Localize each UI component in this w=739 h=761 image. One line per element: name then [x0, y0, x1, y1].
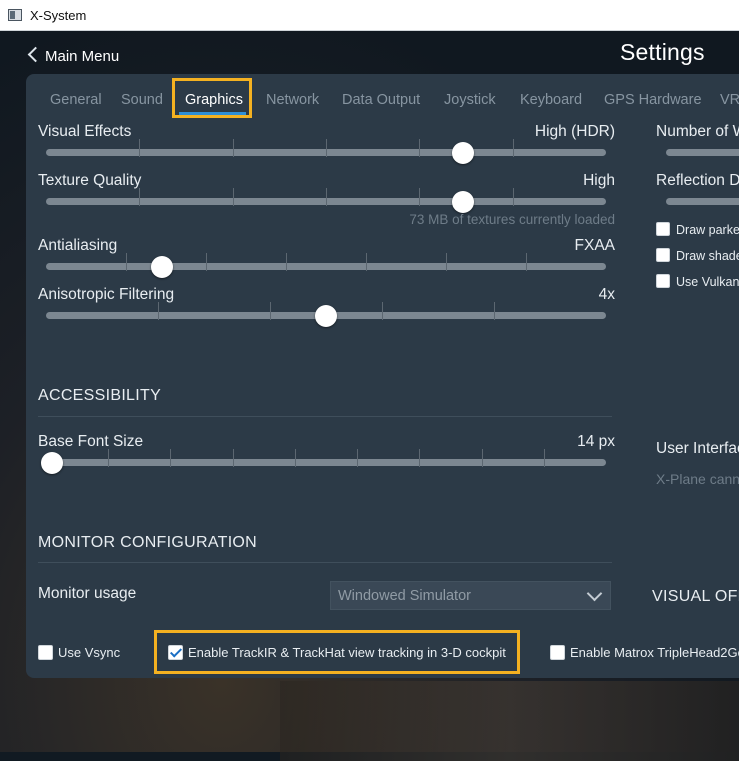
use-vulkan-label: Use Vulkan [676, 275, 739, 289]
slider-tick [286, 253, 287, 271]
tab-joystick[interactable]: Joystick [444, 92, 496, 108]
slider-tick [544, 449, 545, 467]
slider-tick [139, 139, 140, 157]
page-title: Settings [620, 39, 705, 65]
slider-tick [446, 253, 447, 271]
chevron-down-icon [586, 585, 603, 602]
slider-thumb[interactable] [41, 452, 63, 474]
enable-trackir-label: Enable TrackIR & TrackHat view tracking … [188, 645, 506, 660]
tab-network[interactable]: Network [266, 92, 319, 108]
checkbox-box [656, 248, 670, 262]
checkbox-box [656, 274, 670, 288]
slider-tick [513, 188, 514, 206]
reflection-slider[interactable] [666, 198, 739, 205]
main-menu-button[interactable]: Main Menu [27, 46, 120, 65]
monitor-usage-label: Monitor usage [38, 585, 137, 602]
slider-tick [382, 302, 383, 320]
checkbox-box [38, 645, 53, 660]
slider-tick [357, 449, 358, 467]
slider-tick [139, 188, 140, 206]
slider-tick [419, 449, 420, 467]
use-vsync-label: Use Vsync [58, 645, 121, 660]
slider-tick [326, 139, 327, 157]
tab-data-output[interactable]: Data Output [342, 92, 420, 108]
enable-matrox-label: Enable Matrox TripleHead2Go [570, 645, 739, 660]
anisotropic-filtering-value: 4x [598, 286, 615, 303]
antialiasing-value: FXAA [574, 237, 615, 254]
app-icon [8, 9, 22, 21]
slider-tick [270, 302, 271, 320]
tab-keyboard[interactable]: Keyboard [520, 92, 582, 108]
accessibility-divider [38, 416, 612, 417]
base-font-size-slider[interactable] [41, 449, 606, 474]
slider-tick [158, 302, 159, 320]
window-titlebar: X-System [0, 0, 739, 31]
base-font-size-label: Base Font Size [38, 433, 144, 450]
slider-tick [295, 449, 296, 467]
checkbox-box [168, 645, 183, 660]
slider-tick [126, 253, 127, 271]
anisotropic-filtering-slider[interactable] [46, 302, 606, 327]
tab-sound[interactable]: Sound [121, 92, 163, 108]
slider-track [46, 263, 606, 270]
reflection-label: Reflection D [656, 172, 739, 189]
checkbox-box [550, 645, 565, 660]
number-of-label: Number of W [656, 123, 739, 140]
base-font-size-value: 14 px [577, 433, 615, 450]
slider-tick [494, 302, 495, 320]
slider-thumb[interactable] [151, 256, 173, 278]
visual-effects-slider[interactable] [46, 139, 606, 164]
main-menu-label: Main Menu [45, 48, 120, 65]
texture-memory-note: 73 MB of textures currently loaded [409, 212, 615, 227]
slider-tick [108, 449, 109, 467]
draw-parked-label: Draw parke [676, 223, 739, 237]
settings-panel: General Sound Graphics Network Data Outp… [26, 74, 739, 678]
slider-tick [206, 253, 207, 271]
xplane-cannot-note: X-Plane canno [656, 471, 739, 487]
slider-tick [233, 188, 234, 206]
slider-tick [233, 449, 234, 467]
antialiasing-label: Antialiasing [38, 237, 118, 254]
slider-thumb[interactable] [315, 305, 337, 327]
slider-thumb[interactable] [452, 191, 474, 213]
checkbox-box [656, 222, 670, 236]
slider-tick [170, 449, 171, 467]
user-interface-label: User Interfac [656, 440, 739, 457]
antialiasing-slider[interactable] [46, 253, 606, 278]
texture-quality-slider[interactable] [46, 188, 606, 213]
anisotropic-filtering-label: Anisotropic Filtering [38, 286, 175, 303]
slider-tick [526, 253, 527, 271]
tab-bar: General Sound Graphics Network Data Outp… [26, 74, 739, 119]
texture-quality-label: Texture Quality [38, 172, 142, 189]
draw-shadows-label: Draw shade [676, 249, 739, 263]
graphics-tab-highlight-box [172, 78, 252, 118]
slider-tick [419, 188, 420, 206]
monitor-divider [38, 562, 612, 563]
slider-tick [366, 253, 367, 271]
slider-tick [513, 139, 514, 157]
texture-quality-value: High [583, 172, 615, 189]
number-of-slider[interactable] [666, 149, 739, 156]
window-title: X-System [30, 8, 87, 23]
monitor-configuration-heading: MONITOR CONFIGURATION [38, 534, 258, 551]
tab-vr[interactable]: VR [720, 92, 739, 108]
visual-effects-value: High (HDR) [534, 123, 615, 140]
tab-general[interactable]: General [50, 92, 102, 108]
slider-track [46, 459, 606, 466]
tab-gps-hardware[interactable]: GPS Hardware [604, 92, 702, 108]
slider-tick [482, 449, 483, 467]
slider-tick [233, 139, 234, 157]
accessibility-heading: ACCESSIBILITY [38, 387, 162, 404]
chevron-left-icon [27, 46, 44, 63]
monitor-usage-selected-value: Windowed Simulator [338, 588, 471, 604]
visual-offsets-heading: VISUAL OFF [652, 588, 739, 605]
monitor-usage-select[interactable]: Windowed Simulator [330, 581, 611, 610]
slider-thumb[interactable] [452, 142, 474, 164]
slider-tick [419, 139, 420, 157]
visual-effects-label: Visual Effects [38, 123, 132, 140]
slider-tick [326, 188, 327, 206]
